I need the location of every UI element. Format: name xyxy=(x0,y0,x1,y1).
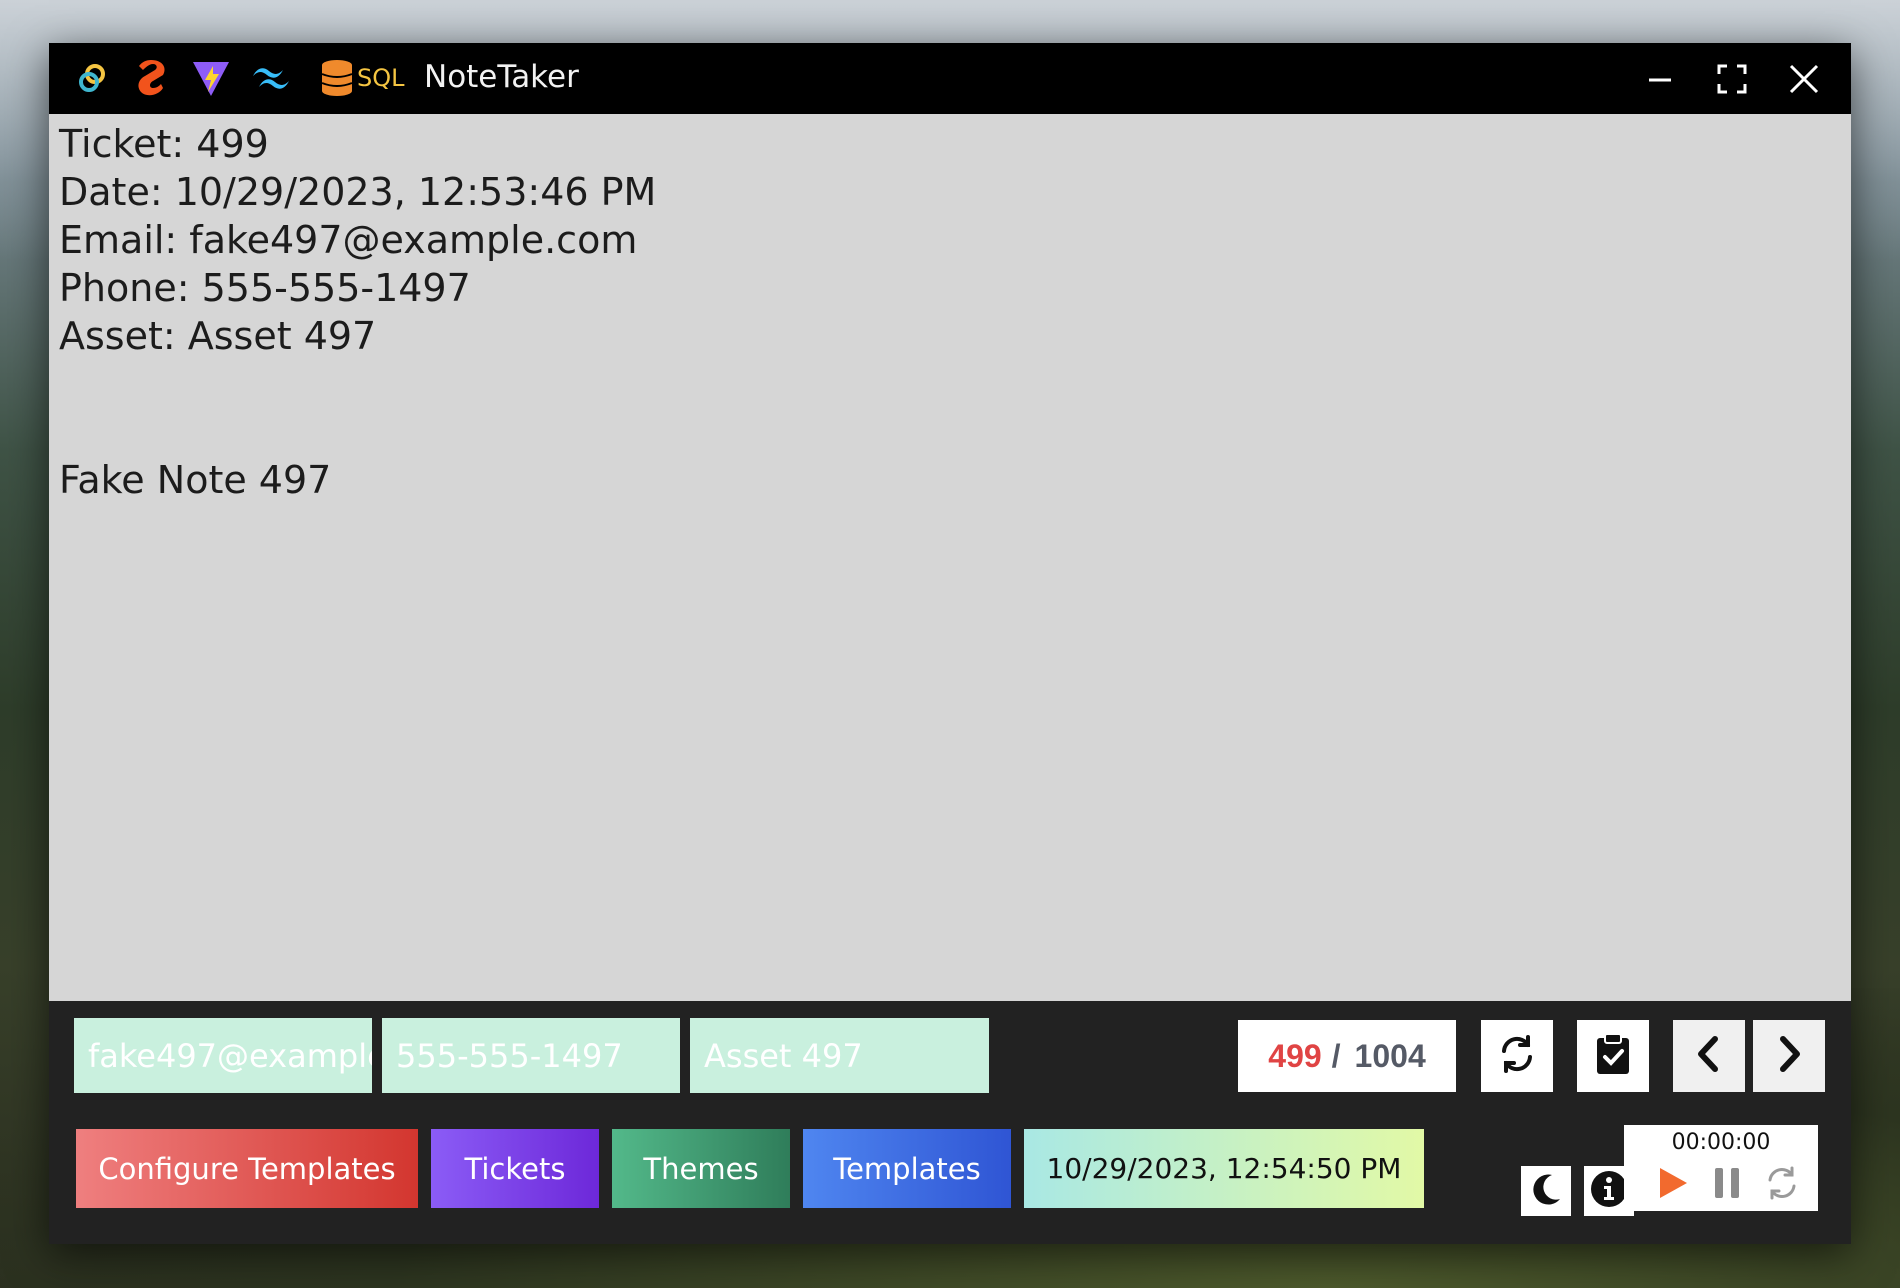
asset-field[interactable]: Asset 497 xyxy=(690,1018,989,1093)
previous-ticket-button[interactable] xyxy=(1673,1020,1745,1092)
close-icon[interactable] xyxy=(1786,61,1822,97)
svelte-icon xyxy=(133,58,169,98)
counter-separator: / xyxy=(1331,1037,1341,1074)
chevron-left-icon xyxy=(1693,1034,1725,1079)
phone-field[interactable]: 555-555-1497 xyxy=(382,1018,680,1093)
chevron-right-icon xyxy=(1773,1034,1805,1079)
dark-mode-toggle[interactable] xyxy=(1521,1166,1571,1216)
note-line-date: Date: 10/29/2023, 12:53:46 PM xyxy=(59,170,657,214)
note-editor[interactable]: Ticket: 499 Date: 10/29/2023, 12:53:46 P… xyxy=(49,114,1851,1001)
current-datetime: 10/29/2023, 12:54:50 PM xyxy=(1024,1129,1424,1208)
themes-button[interactable]: Themes xyxy=(612,1129,790,1208)
ticket-counter: 499 / 1004 xyxy=(1238,1020,1456,1092)
reset-icon[interactable] xyxy=(1764,1165,1800,1201)
sql-icon: SQL xyxy=(319,58,405,98)
configure-templates-button[interactable]: Configure Templates xyxy=(76,1129,418,1208)
copy-note-button[interactable] xyxy=(1577,1020,1649,1092)
tailwind-icon xyxy=(249,58,293,98)
moon-icon xyxy=(1528,1171,1564,1212)
next-ticket-button[interactable] xyxy=(1753,1020,1825,1092)
note-line-email: Email: fake497@example.com xyxy=(59,218,638,262)
bottom-panel: fake497@example.com 555-555-1497 Asset 4… xyxy=(49,1001,1851,1244)
app-window: SQL NoteTaker Ticket: 499 Date: 10/29/20… xyxy=(49,43,1851,1244)
email-field[interactable]: fake497@example.com xyxy=(74,1018,372,1093)
note-body: Fake Note 497 xyxy=(59,458,332,502)
clipboard-check-icon xyxy=(1593,1032,1633,1081)
play-icon[interactable] xyxy=(1654,1165,1690,1201)
note-spacer xyxy=(59,360,1841,456)
refresh-button[interactable] xyxy=(1481,1020,1553,1092)
app-title: NoteTaker xyxy=(424,59,579,95)
info-icon xyxy=(1589,1169,1629,1214)
pause-icon[interactable] xyxy=(1709,1165,1745,1201)
tauri-icon xyxy=(75,58,111,98)
total-ticket-count: 1004 xyxy=(1354,1037,1426,1074)
refresh-icon xyxy=(1496,1033,1538,1080)
current-ticket-number: 499 xyxy=(1268,1037,1322,1074)
tickets-button[interactable]: Tickets xyxy=(431,1129,599,1208)
timer-display: 00:00:00 xyxy=(1671,1130,1771,1155)
timer-widget: 00:00:00 xyxy=(1624,1125,1818,1211)
minimize-icon[interactable] xyxy=(1642,61,1678,97)
sql-label: SQL xyxy=(357,64,405,92)
title-bar[interactable]: SQL NoteTaker xyxy=(49,43,1851,114)
maximize-icon[interactable] xyxy=(1714,61,1750,97)
templates-button[interactable]: Templates xyxy=(803,1129,1011,1208)
note-line-ticket: Ticket: 499 xyxy=(59,122,269,166)
note-line-asset: Asset: Asset 497 xyxy=(59,314,377,358)
vite-icon xyxy=(191,58,231,98)
note-line-phone: Phone: 555-555-1497 xyxy=(59,266,471,310)
